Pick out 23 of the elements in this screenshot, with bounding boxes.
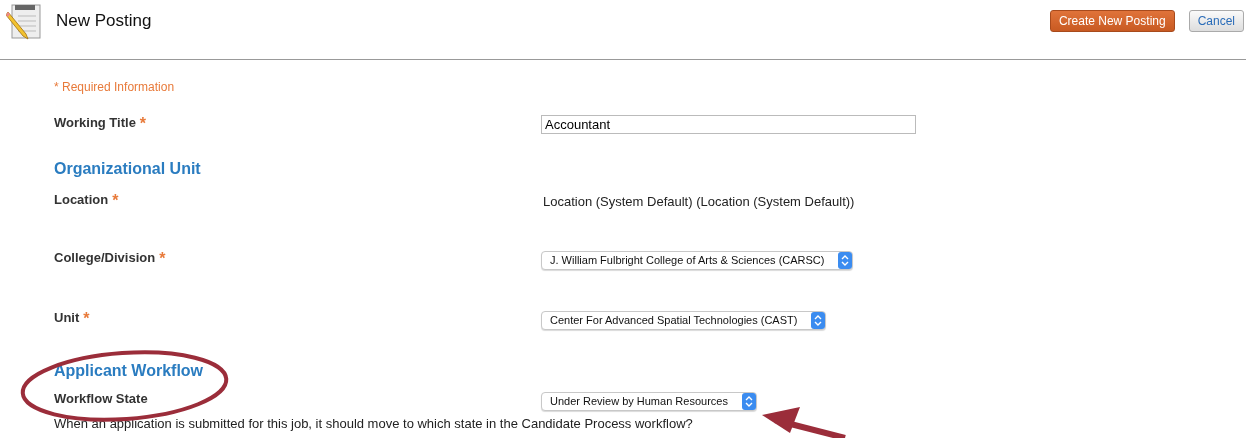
text-input[interactable]: Accountant: [541, 115, 916, 134]
cancel-button[interactable]: Cancel: [1188, 9, 1244, 32]
required-mark: *: [139, 115, 147, 133]
field-label: Working Title: [54, 115, 136, 130]
dropdown-select[interactable]: J. William Fulbright College of Arts & Sciences (CARSC): [541, 250, 854, 270]
field-label: Unit: [54, 310, 80, 325]
required-mark: *: [159, 250, 166, 268]
dropdown-select[interactable]: Under Review by Human Resources: [541, 391, 757, 411]
document-pencil-icon: [6, 1, 42, 40]
dropdown-select[interactable]: Center For Advanced Spatial Technologies (CAST): [541, 310, 827, 330]
required-note: * Required Information: [54, 80, 176, 96]
field-label: Workflow State: [54, 391, 148, 406]
field-value: Location (System Default) (Location (System Default)): [543, 194, 855, 209]
dropdown-arrow-icon: [838, 251, 853, 269]
required-mark: *: [112, 192, 119, 210]
required-mark: *: [83, 310, 90, 328]
section-heading: Organizational Unit: [54, 160, 202, 179]
section-heading: Applicant Workflow: [54, 362, 205, 381]
field-label: Location: [54, 192, 109, 207]
field-label: College/Division: [54, 250, 156, 265]
dropdown-arrow-icon: [811, 311, 826, 329]
page-title: New Posting: [56, 10, 153, 31]
create-button[interactable]: Create New Posting: [1049, 9, 1175, 32]
